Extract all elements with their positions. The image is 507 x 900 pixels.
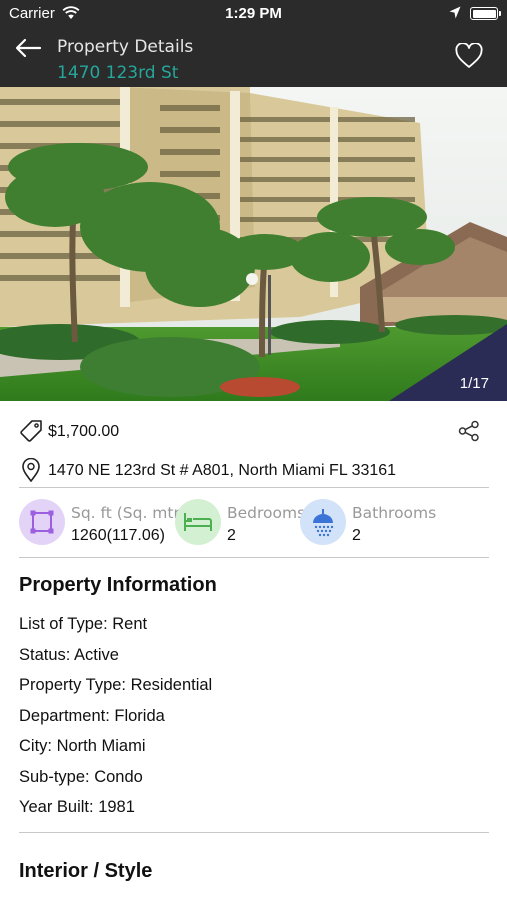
listing-address: 1470 NE 123rd St # A801, North Miami FL …	[48, 462, 397, 479]
info-department: Department: Florida	[19, 707, 165, 725]
info-year-built: Year Built: 1981	[19, 798, 135, 816]
location-arrow-icon	[449, 6, 461, 19]
stat-label: Sq. ft (Sq. mtr)	[71, 504, 186, 522]
info-city: City: North Miami	[19, 737, 146, 755]
divider	[19, 832, 489, 833]
back-arrow-icon[interactable]	[14, 37, 42, 59]
property-information-heading: Property Information	[19, 574, 217, 596]
stat-value: 2	[227, 527, 236, 544]
listing-price: $1,700.00	[48, 423, 120, 440]
stat-bedrooms: Bedrooms 2	[175, 499, 305, 549]
battery-icon	[470, 7, 501, 20]
stat-bathrooms: Bathrooms 2	[300, 499, 450, 549]
stat-area: Sq. ft (Sq. mtr) 1260(117.06)	[19, 499, 186, 549]
square-area-icon	[19, 499, 65, 545]
clock: 1:29 PM	[225, 5, 282, 22]
interior-style-heading: Interior / Style	[19, 860, 153, 882]
photo-counter: 1/17	[459, 375, 489, 392]
photo-counter-badge	[389, 324, 507, 401]
page-title: Property Details	[57, 37, 194, 57]
address-row: 1470 NE 123rd St # A801, North Miami FL …	[19, 457, 489, 485]
price-tag-icon	[20, 420, 42, 442]
stat-value: 2	[352, 527, 361, 544]
page-subtitle: 1470 123rd St	[57, 63, 179, 83]
nav-bar: Property Details 1470 123rd St	[0, 28, 507, 87]
info-list-type: List of Type: Rent	[19, 615, 148, 633]
location-pin-icon	[22, 458, 40, 482]
share-icon[interactable]	[458, 420, 480, 442]
info-status: Status: Active	[19, 646, 119, 664]
bed-icon	[175, 499, 221, 545]
stat-label: Bedrooms	[227, 504, 306, 522]
info-sub-type: Sub-type: Condo	[19, 768, 143, 786]
favorite-heart-icon[interactable]	[455, 43, 483, 69]
price-row: $1,700.00	[19, 419, 489, 447]
status-bar: Carrier 1:29 PM	[0, 0, 507, 28]
stat-label: Bathrooms	[352, 504, 437, 522]
property-photo[interactable]: 1/17	[0, 87, 507, 401]
info-property-type: Property Type: Residential	[19, 676, 213, 694]
stat-value: 1260(117.06)	[71, 527, 165, 544]
shower-icon	[300, 499, 346, 545]
divider	[19, 557, 489, 558]
divider	[19, 487, 489, 488]
